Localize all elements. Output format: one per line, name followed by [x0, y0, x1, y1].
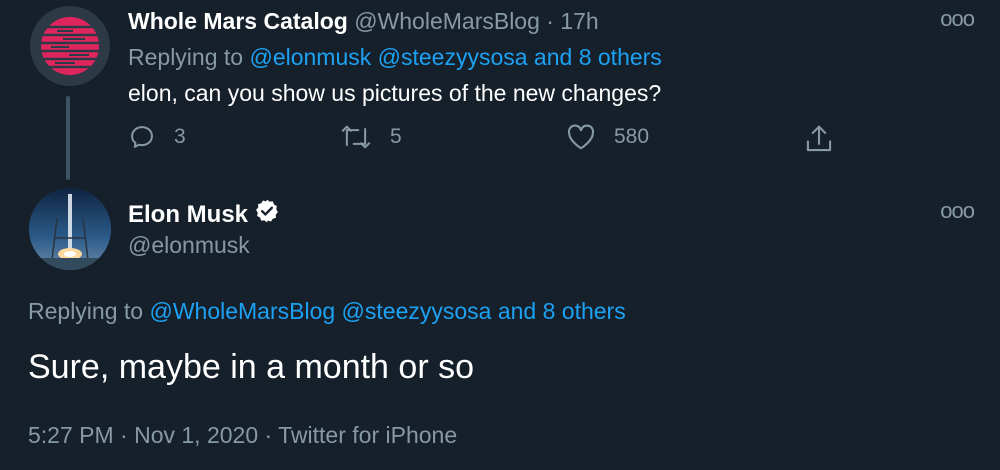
share-icon — [806, 125, 832, 152]
tweet1-header: Whole Mars Catalog @WholeMarsBlog · 17h — [128, 8, 599, 35]
tweet2-handle[interactable]: @elonmusk — [128, 232, 250, 259]
tweet1-separator: · — [546, 8, 554, 34]
tweet1-text: elon, can you show us pictures of the ne… — [128, 80, 662, 106]
like-count: 580 — [614, 125, 650, 148]
avatar-wholemarsblog[interactable] — [30, 6, 110, 86]
reply-icon — [131, 126, 153, 148]
tweet2-timestamp-source[interactable]: 5:27 PM · Nov 1, 2020 · Twitter for iPho… — [28, 422, 457, 449]
replying-mentions-link[interactable]: @elonmusk @steezyysosa and 8 others — [249, 44, 661, 70]
verified-badge-icon — [254, 198, 280, 231]
replying-prefix: Replying to — [128, 44, 244, 70]
rocket-launch-avatar-icon — [29, 188, 111, 270]
replying-prefix: Replying to — [28, 298, 144, 324]
replying-mentions-link[interactable]: @WholeMarsBlog @steezyysosa and 8 others — [149, 298, 625, 324]
like-button[interactable]: 580 — [566, 123, 649, 151]
tweet2-display-name-row[interactable]: Elon Musk — [128, 198, 280, 231]
thread-connector-line — [66, 96, 70, 180]
retweet-icon — [341, 125, 371, 149]
tweet1-replying-to: Replying to @elonmusk @steezyysosa and 8… — [128, 44, 662, 71]
tweet1-time[interactable]: 17h — [560, 8, 598, 34]
more-icon[interactable]: ooo — [940, 6, 975, 32]
mars-logo-icon — [39, 17, 101, 75]
tweet1-display-name[interactable]: Whole Mars Catalog — [128, 8, 348, 34]
share-button[interactable] — [804, 123, 834, 155]
retweet-count: 5 — [390, 125, 402, 148]
tweet2-replying-to: Replying to @WholeMarsBlog @steezyysosa … — [28, 298, 626, 325]
like-icon — [567, 124, 595, 150]
more-label: ooo — [940, 198, 975, 223]
more-icon[interactable]: ooo — [940, 198, 975, 224]
tweet1-handle[interactable]: @WholeMarsBlog — [354, 8, 540, 34]
tweet2-display-name[interactable]: Elon Musk — [128, 201, 248, 229]
reply-count: 3 — [174, 125, 186, 148]
more-label: ooo — [940, 6, 975, 31]
retweet-button[interactable]: 5 — [340, 123, 402, 151]
tweet2-text: Sure, maybe in a month or so — [28, 348, 475, 386]
avatar-elonmusk[interactable] — [29, 188, 111, 270]
reply-button[interactable]: 3 — [128, 123, 186, 151]
